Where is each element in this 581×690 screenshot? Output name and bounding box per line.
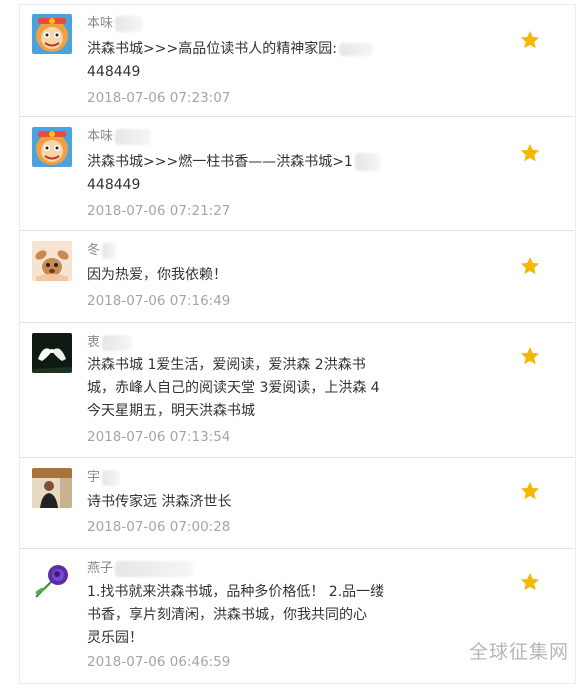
- redacted-name: [102, 242, 117, 259]
- comment-text: 1.找书就来洪森书城，品种多价格低！ 2.品一缕 书香，享片刻清闲，洪森书城，你…: [87, 581, 387, 650]
- comment-timestamp: 2018-07-06 07:00:28: [87, 519, 231, 535]
- commenter-name-text: 衷: [87, 335, 101, 350]
- comment-line: 1.找书就来洪森书城，品种多价格低！ 2.品一缕: [87, 584, 385, 600]
- comment-item: 衷 洪森书城 1爱生活，爱阅读，爱洪森 2洪森书 城，赤峰人自己的阅读天堂 3爱…: [19, 322, 574, 457]
- commenter-name: 衷: [87, 333, 133, 353]
- avatar[interactable]: [32, 333, 72, 373]
- comment-text: 洪森书城>>>燃一柱书香——洪森书城>1 448449: [87, 151, 387, 197]
- redacted-text: [354, 153, 381, 171]
- commenter-name-text: 本味: [87, 16, 114, 31]
- comment-line: 洪森书城>>>燃一柱书香——洪森书城>1: [87, 151, 387, 174]
- comment-text: 洪森书城 1爱生活，爱阅读，爱洪森 2洪森书 城，赤峰人自己的阅读天堂 3爱阅读…: [87, 354, 387, 423]
- redacted-name: [102, 469, 121, 486]
- avatar[interactable]: [32, 241, 72, 281]
- comment-timestamp: 2018-07-06 07:23:07: [87, 90, 231, 106]
- commenter-name: 本味: [87, 127, 152, 147]
- comment-line: 诗书传家远 洪森济世长: [87, 494, 232, 510]
- comment-line-text: 洪森书城>>>燃一柱书香——洪森书城>1: [87, 154, 353, 170]
- star-icon[interactable]: [519, 571, 541, 593]
- star-icon[interactable]: [519, 142, 541, 164]
- commenter-name-text: 冬: [87, 243, 101, 258]
- star-icon[interactable]: [519, 480, 541, 502]
- redacted-name: [115, 128, 152, 145]
- avatar-cartoon-deer: [32, 241, 72, 281]
- comment-line: 城，赤峰人自己的阅读天堂 3爱阅读，上洪森 4: [87, 380, 380, 396]
- comment-item: 冬 因为热爱，你我依赖！ 2018-07-06 07:16:49: [19, 230, 574, 322]
- redacted-name: [115, 560, 194, 577]
- avatar[interactable]: [32, 127, 72, 167]
- commenter-name: 本味: [87, 14, 144, 34]
- avatar[interactable]: [32, 559, 72, 599]
- commenter-name-text: 本味: [87, 129, 114, 144]
- star-icon[interactable]: [519, 29, 541, 51]
- comment-text: 洪森书城>>>高品位读书人的精神家园: 448449: [87, 38, 387, 84]
- comment-text: 诗书传家远 洪森济世长: [87, 491, 387, 514]
- comment-timestamp: 2018-07-06 07:16:49: [87, 293, 231, 309]
- comment-timestamp: 2018-07-06 07:21:27: [87, 203, 231, 219]
- commenter-name: 宇: [87, 468, 121, 488]
- redacted-text: [338, 42, 373, 56]
- commenter-name-text: 燕子: [87, 561, 114, 576]
- star-icon[interactable]: [519, 345, 541, 367]
- comment-timestamp: 2018-07-06 07:13:54: [87, 429, 231, 445]
- redacted-name: [102, 334, 133, 351]
- avatar-white-birds: [32, 333, 72, 373]
- comment-line: 洪森书城>>>高品位读书人的精神家园:: [87, 38, 387, 61]
- star-icon[interactable]: [519, 255, 541, 277]
- comment-item: 本味 洪森书城>>>燃一柱书香——洪森书城>1 448449 2018-07-0…: [19, 116, 574, 230]
- comment-item: 宇 诗书传家远 洪森济世长 2018-07-06 07:00:28: [19, 457, 574, 548]
- avatar[interactable]: [32, 468, 72, 508]
- comment-item: 本味 洪森书城>>>高品位读书人的精神家园: 448449 2018-07-06…: [19, 4, 574, 115]
- avatar-person-photo: [32, 468, 72, 508]
- watermark: 全球征集网: [468, 641, 569, 663]
- comment-line: 448449: [87, 177, 141, 193]
- comment-text: 因为热爱，你我依赖！: [87, 264, 387, 287]
- comment-line: 今天星期五，明天洪森书城: [87, 403, 255, 419]
- avatar-cartoon-monkey: [32, 127, 72, 167]
- commenter-name-text: 宇: [87, 470, 101, 485]
- redacted-name: [115, 15, 144, 32]
- comment-line: 洪森书城 1爱生活，爱阅读，爱洪森 2洪森书: [87, 357, 366, 373]
- comment-timestamp: 2018-07-06 06:46:59: [87, 654, 231, 670]
- commenter-name: 冬: [87, 241, 117, 261]
- comment-line: 灵乐园！: [87, 630, 143, 646]
- comment-line: 书香，享片刻清闲，洪森书城，你我共同的心: [87, 607, 367, 623]
- commenter-name: 燕子: [87, 559, 194, 579]
- avatar-purple-rose: [32, 559, 72, 599]
- avatar-cartoon-monkey: [32, 14, 72, 54]
- comment-line-text: 洪森书城>>>高品位读书人的精神家园:: [87, 41, 337, 57]
- avatar[interactable]: [32, 14, 72, 54]
- comment-line: 因为热爱，你我依赖！: [87, 267, 227, 283]
- comment-line: 448449: [87, 64, 141, 80]
